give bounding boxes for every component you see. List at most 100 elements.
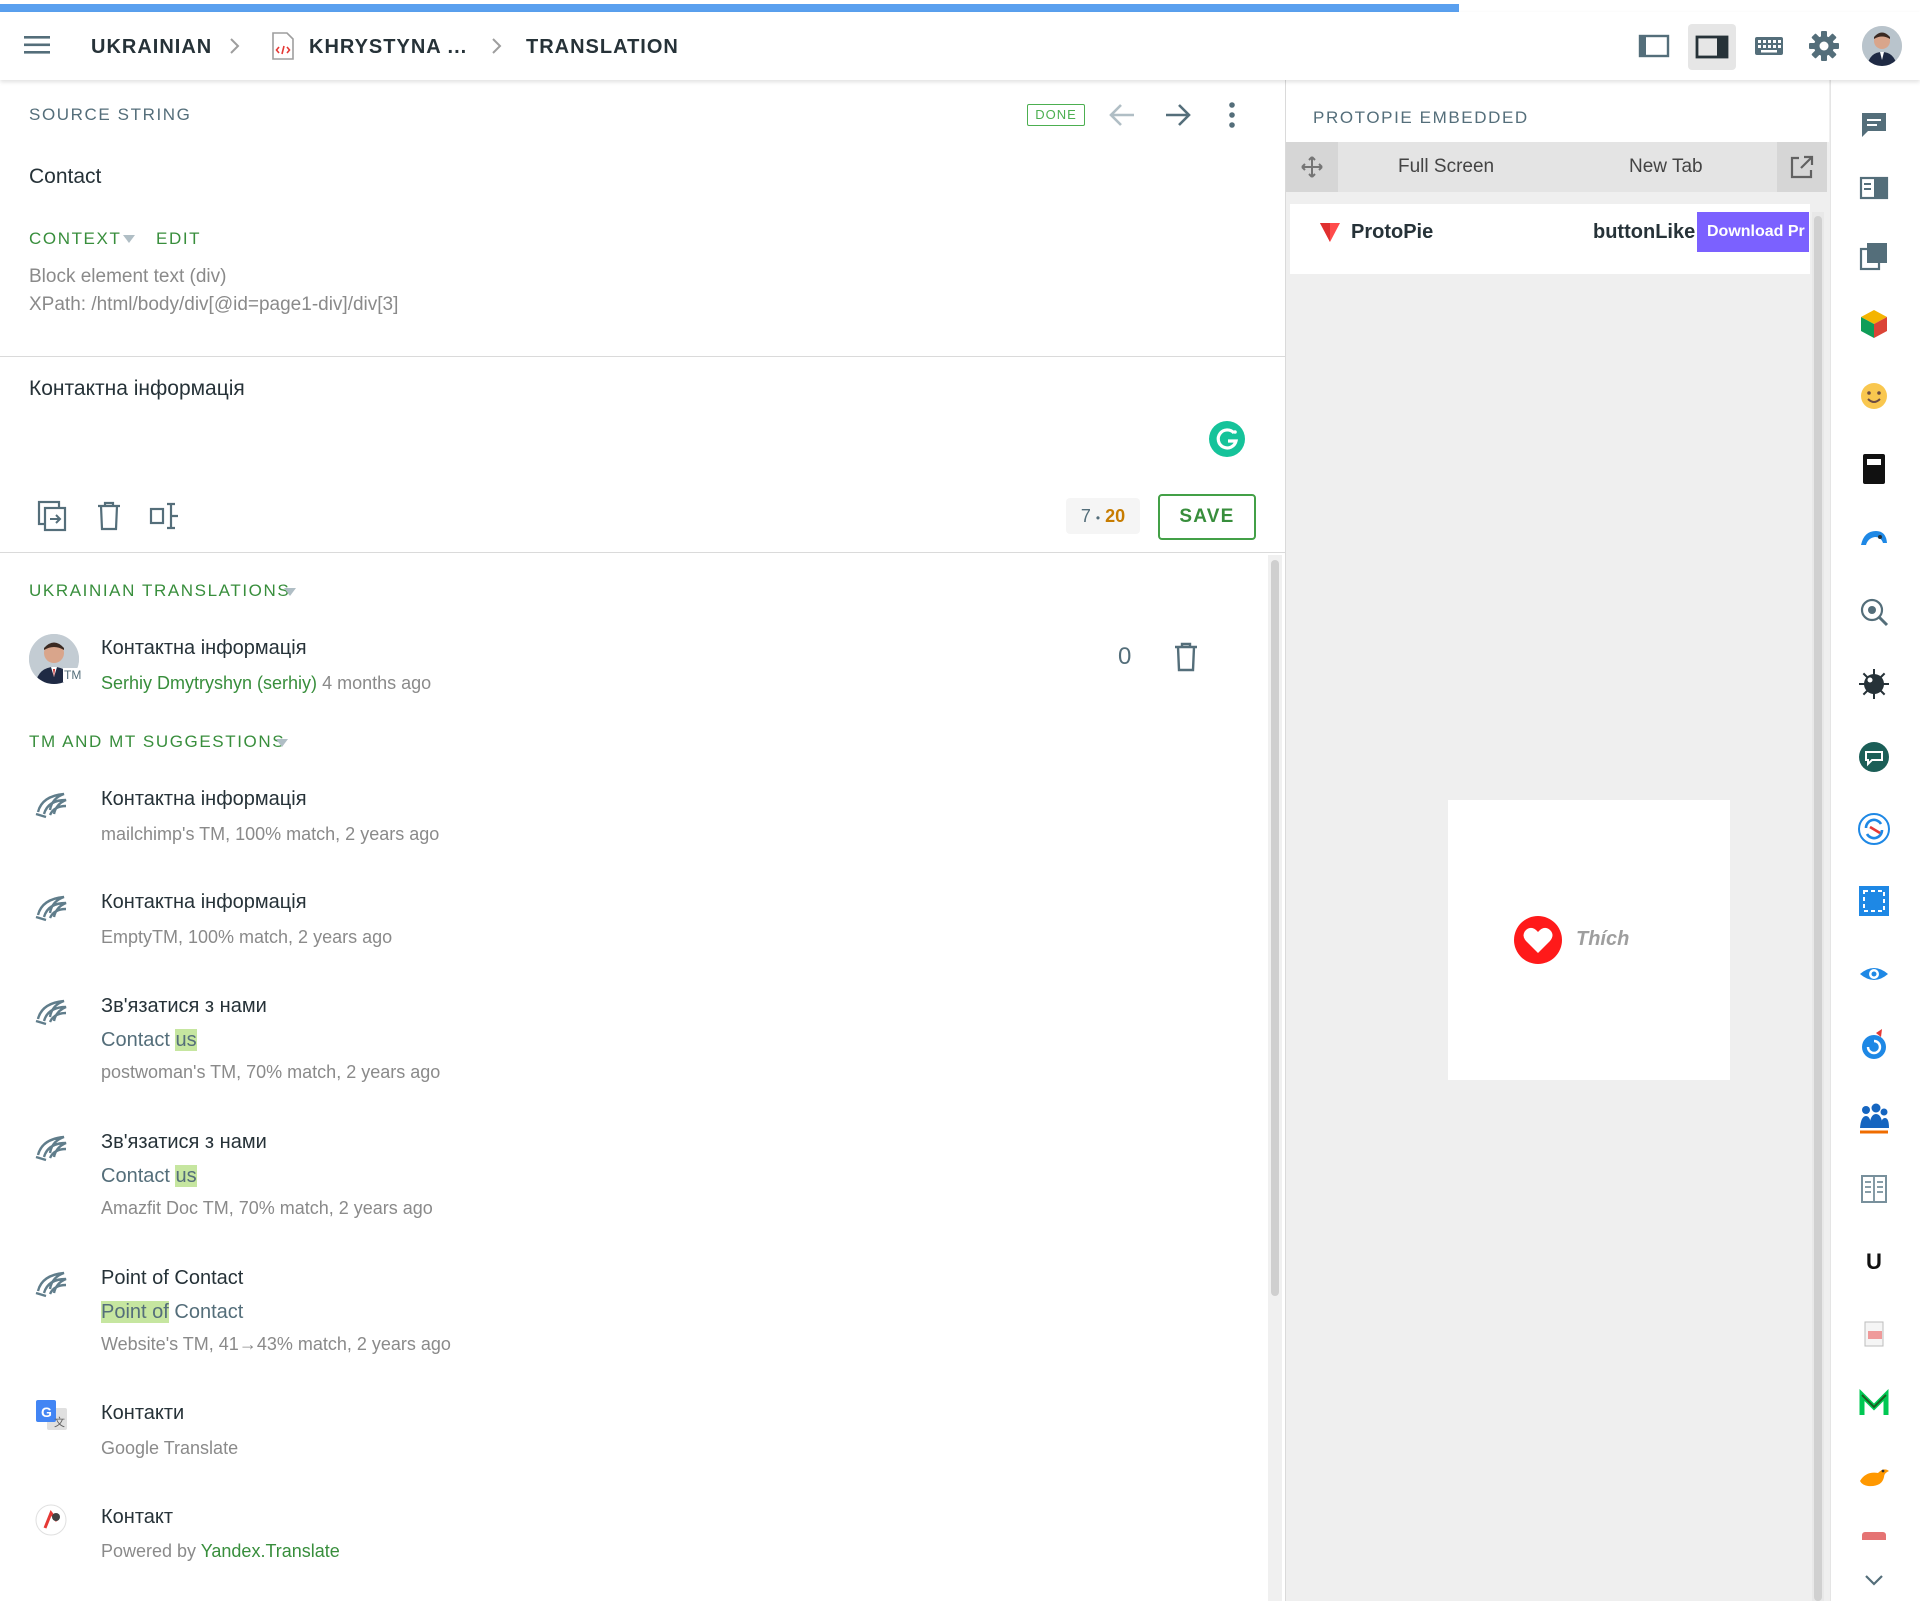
- chat-icon[interactable]: [1856, 739, 1892, 775]
- search-icon[interactable]: [1856, 594, 1892, 630]
- preview-scrollbar-thumb[interactable]: [1814, 216, 1822, 1601]
- suggestion-text[interactable]: Контактна інформація: [101, 788, 307, 811]
- more-vertical-icon[interactable]: [1222, 100, 1242, 130]
- svg-text:G: G: [41, 1404, 52, 1420]
- preview-title: PROTOPIE EMBEDDED: [1313, 108, 1529, 127]
- save-button[interactable]: SAVE: [1158, 494, 1256, 540]
- original-plain: Contact: [101, 1165, 176, 1187]
- suggestion-text[interactable]: Контакти: [101, 1402, 184, 1425]
- copy-source-icon[interactable]: [36, 499, 68, 533]
- arrow-left-icon[interactable]: [1106, 99, 1140, 131]
- sync-icon[interactable]: [1856, 811, 1892, 847]
- chevron-right-icon: [222, 34, 246, 58]
- split-text-icon[interactable]: [148, 500, 180, 532]
- avatar[interactable]: [1862, 26, 1902, 66]
- suggestion-original: Contact us: [101, 1165, 197, 1188]
- divider: [0, 552, 1285, 553]
- clear-icon[interactable]: [95, 500, 123, 532]
- context-toggle[interactable]: CONTEXT: [29, 229, 121, 249]
- mine-icon[interactable]: [1856, 666, 1892, 702]
- tm-icon: [32, 887, 72, 927]
- heart-icon[interactable]: [1513, 915, 1563, 965]
- tm-icon: [32, 1263, 72, 1303]
- caret-down-icon[interactable]: [282, 585, 298, 599]
- translation-time: 4 months ago: [322, 673, 432, 693]
- suggestion-source: EmptyTM, 100% match, 2 years ago: [101, 927, 393, 947]
- duck-icon[interactable]: [1856, 1459, 1892, 1495]
- pdf-icon[interactable]: [1856, 1316, 1892, 1352]
- download-button[interactable]: Download Pr: [1697, 212, 1809, 252]
- external-link-icon[interactable]: [1777, 142, 1827, 192]
- columns-icon[interactable]: [1856, 1171, 1892, 1207]
- like-label[interactable]: Thích: [1576, 928, 1629, 951]
- card-icon[interactable]: [1856, 1528, 1892, 1540]
- suggestion-text[interactable]: Point of Contact: [101, 1267, 243, 1290]
- copy-icon[interactable]: [1856, 238, 1892, 274]
- suggestion-source: Google Translate: [101, 1438, 239, 1458]
- translation-meta: Serhiy Dmytryshyn (serhiy) 4 months ago: [101, 673, 431, 694]
- suggestion-text[interactable]: Контактна інформація: [101, 891, 307, 914]
- suggestions-heading[interactable]: TM AND MT SUGGESTIONS: [29, 732, 285, 752]
- file-code-icon: [271, 32, 295, 60]
- protopie-brand[interactable]: ProtoPie: [1351, 221, 1433, 244]
- count-max: 20: [1105, 506, 1126, 526]
- reader-icon[interactable]: [1856, 170, 1892, 206]
- new-tab-button[interactable]: New Tab: [1629, 156, 1703, 178]
- progress-bar: [0, 4, 1460, 12]
- m-icon[interactable]: [1856, 1387, 1892, 1423]
- layout-left-icon[interactable]: [1634, 26, 1674, 66]
- smile-icon[interactable]: [1856, 378, 1892, 414]
- author-link[interactable]: Serhiy Dmytryshyn (serhiy): [101, 673, 317, 693]
- people-icon[interactable]: [1856, 1100, 1892, 1136]
- original-plain: Contact: [168, 1301, 244, 1323]
- count-dot: •: [1095, 511, 1101, 525]
- breadcrumb-language[interactable]: UKRAINIAN: [91, 36, 212, 59]
- eye-icon[interactable]: [1856, 956, 1892, 992]
- bird-icon[interactable]: [1856, 521, 1892, 557]
- layout-right-icon[interactable]: [1688, 24, 1736, 70]
- scrollbar-thumb[interactable]: [1271, 560, 1279, 1296]
- google-translate-icon: G文: [34, 1398, 70, 1434]
- suggestion-original: Point of Contact: [101, 1301, 243, 1324]
- translate-icon[interactable]: [1856, 1027, 1892, 1063]
- delete-icon[interactable]: [1173, 641, 1199, 673]
- keyboard-icon[interactable]: [1749, 26, 1789, 66]
- context-edit-link[interactable]: EDIT: [156, 229, 201, 249]
- original-highlight: Point of: [101, 1301, 169, 1323]
- suggestion-source: mailchimp's TM, 100% match, 2 years ago: [101, 824, 440, 844]
- book-icon[interactable]: [1856, 451, 1892, 487]
- cube-icon[interactable]: [1856, 306, 1892, 342]
- u-icon[interactable]: U: [1856, 1244, 1892, 1280]
- embed-toolbar: [1286, 142, 1827, 192]
- caret-down-icon[interactable]: [121, 232, 137, 246]
- translations-heading[interactable]: UKRAINIAN TRANSLATIONS: [29, 581, 290, 601]
- screenshot-icon[interactable]: [1856, 883, 1892, 919]
- vote-count[interactable]: 0: [1118, 643, 1131, 671]
- caret-down-icon[interactable]: [274, 736, 290, 750]
- context-line-2: XPath: /html/body/div[@id=page1-div]/div…: [29, 294, 399, 315]
- chevron-down-icon[interactable]: [1856, 1567, 1892, 1595]
- suggestion-text[interactable]: Контакт: [101, 1506, 173, 1529]
- character-counter: 7 • 20: [1066, 498, 1140, 534]
- done-badge: DONE: [1027, 104, 1085, 126]
- drag-handle[interactable]: [1286, 142, 1338, 192]
- comment-icon[interactable]: [1856, 106, 1892, 142]
- divider: [0, 356, 1285, 357]
- suggestion-text[interactable]: Зв'язатися з нами: [101, 995, 267, 1018]
- arrow-right-icon[interactable]: [1160, 99, 1194, 131]
- gear-icon[interactable]: [1804, 26, 1844, 66]
- chevron-right-icon: [484, 34, 508, 58]
- suggestion-source: postwoman's TM, 70% match, 2 years ago: [101, 1062, 441, 1082]
- breadcrumb-file[interactable]: KHRYSTYNA ...: [309, 36, 467, 59]
- translation-input[interactable]: Контактна інформація: [29, 377, 1209, 401]
- prototype-name: buttonLike: [1593, 221, 1696, 243]
- full-screen-button[interactable]: Full Screen: [1398, 156, 1494, 178]
- source-text: Contact: [29, 165, 102, 188]
- menu-icon[interactable]: [24, 34, 52, 56]
- original-plain: Contact: [101, 1029, 176, 1051]
- suggestion-text[interactable]: Зв'язатися з нами: [101, 1131, 267, 1154]
- grammarly-icon[interactable]: [1209, 421, 1245, 457]
- translation-text: Контактна інформація: [101, 637, 307, 659]
- suggestion-source: Amazfit Doc TM, 70% match, 2 years ago: [101, 1198, 433, 1218]
- yandex-link[interactable]: Yandex.Translate: [201, 1541, 340, 1561]
